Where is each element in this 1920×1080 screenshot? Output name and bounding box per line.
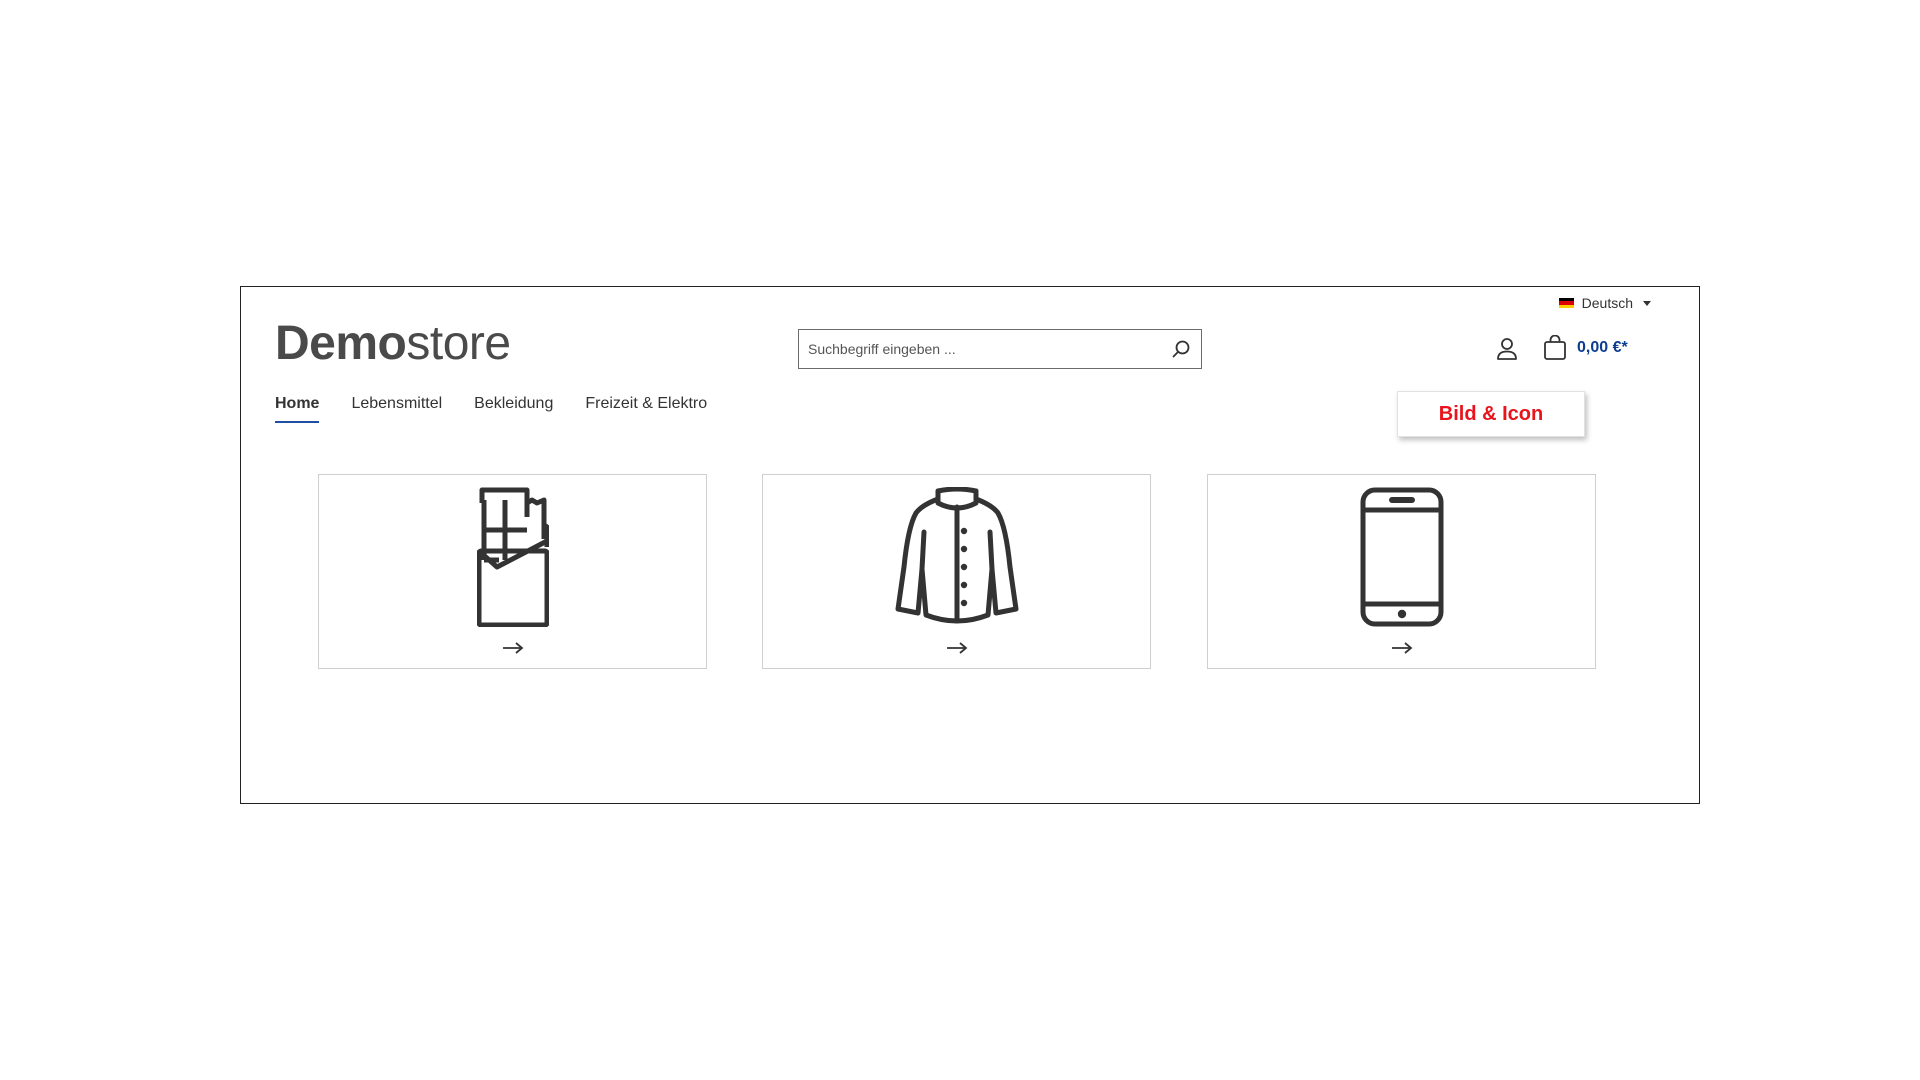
account-button[interactable] bbox=[1496, 337, 1518, 366]
chocolate-bar-icon bbox=[476, 487, 549, 627]
category-card-bekleidung[interactable] bbox=[762, 474, 1151, 669]
bild-icon-badge: Bild & Icon bbox=[1397, 391, 1585, 437]
nav-item-freizeit-elektro[interactable]: Freizeit & Elektro bbox=[585, 395, 707, 423]
nav-item-lebensmittel[interactable]: Lebensmittel bbox=[351, 395, 442, 423]
search-bar bbox=[798, 329, 1202, 369]
cart-total: 0,00 €* bbox=[1577, 339, 1628, 356]
search-icon bbox=[1172, 340, 1190, 358]
jacket-icon bbox=[895, 487, 1018, 624]
nav-item-home[interactable]: Home bbox=[275, 395, 320, 423]
user-icon bbox=[1497, 338, 1517, 360]
logo-light-text: store bbox=[406, 317, 511, 370]
shop-frame: Deutsch Demostore 0,00 €* Home Lebensmit… bbox=[240, 286, 1700, 804]
main-navigation: Home Lebensmittel Bekleidung Freizeit & … bbox=[275, 395, 707, 423]
arrow-right-icon bbox=[1391, 642, 1412, 654]
cart-button[interactable]: 0,00 €* bbox=[1543, 335, 1628, 361]
category-card-freizeit-elektro[interactable] bbox=[1207, 474, 1596, 669]
german-flag-icon bbox=[1558, 298, 1574, 308]
arrow-right-icon bbox=[502, 642, 523, 654]
smartphone-icon bbox=[1360, 487, 1443, 627]
language-switcher[interactable]: Deutsch bbox=[1558, 295, 1651, 311]
logo-bold-text: Demo bbox=[275, 317, 407, 370]
search-input[interactable] bbox=[799, 330, 1161, 368]
language-label: Deutsch bbox=[1581, 295, 1633, 311]
category-card-lebensmittel[interactable] bbox=[318, 474, 707, 669]
store-logo[interactable]: Demostore bbox=[275, 320, 511, 368]
search-button[interactable] bbox=[1161, 330, 1201, 368]
chevron-down-icon bbox=[1643, 300, 1651, 306]
nav-item-bekleidung[interactable]: Bekleidung bbox=[474, 395, 553, 423]
arrow-right-icon bbox=[946, 642, 967, 654]
shopping-bag-icon bbox=[1544, 335, 1566, 360]
